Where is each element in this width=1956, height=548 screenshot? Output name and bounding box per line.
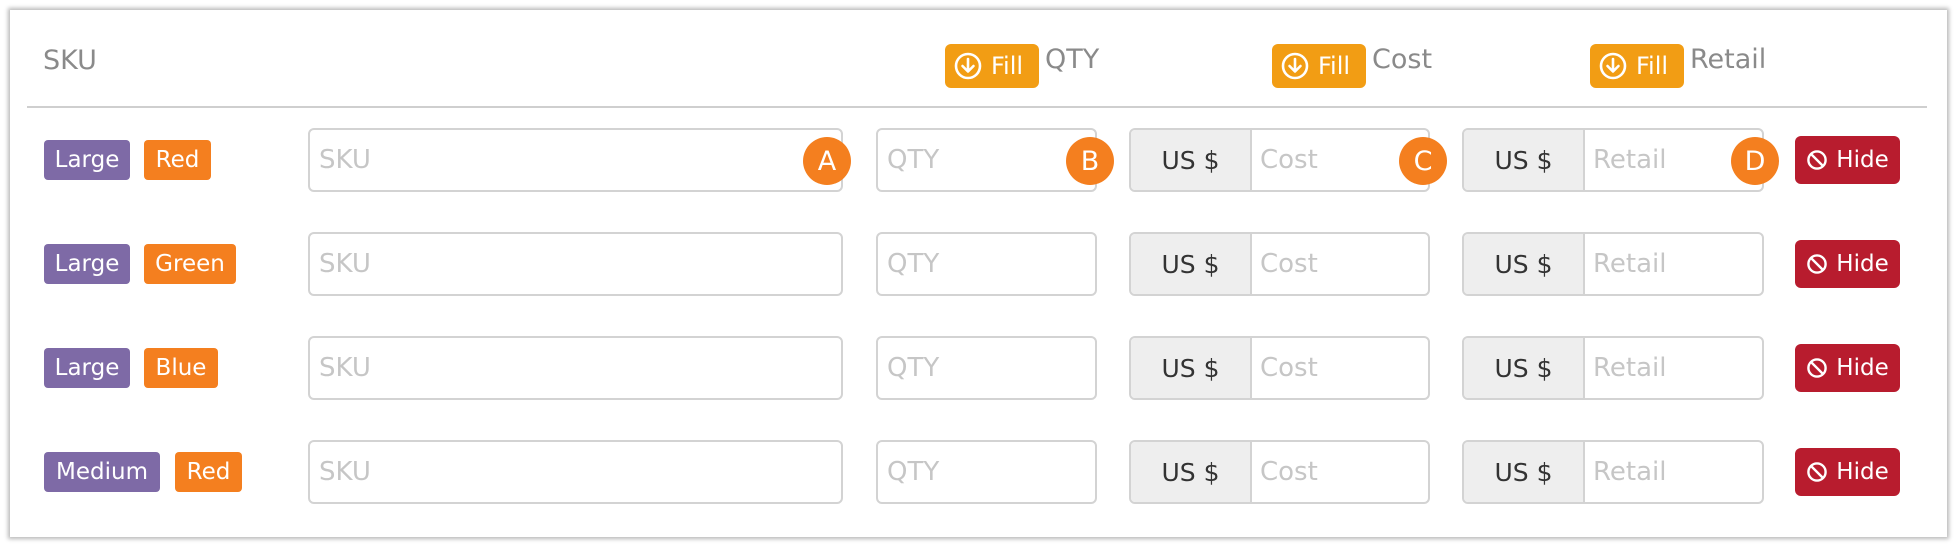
ban-icon <box>1807 462 1828 482</box>
retail-input-group: US $ Retail <box>1462 440 1764 504</box>
fill-cost-button[interactable]: Fill <box>1272 44 1366 88</box>
hide-label: Hide <box>1836 147 1889 173</box>
currency-addon: US $ <box>1131 338 1252 398</box>
ban-icon <box>1807 358 1828 378</box>
currency-addon: US $ <box>1131 234 1252 294</box>
variant-editor-panel: SKU Fill QTY Fill Cost Fill Retail Large… <box>10 10 1947 537</box>
cost-input-group: US $ Cost <box>1129 128 1430 192</box>
currency-addon: US $ <box>1464 130 1585 190</box>
hide-button[interactable]: Hide <box>1795 344 1900 392</box>
currency-addon: US $ <box>1131 130 1252 190</box>
arrow-down-circle-icon <box>1281 52 1309 80</box>
hide-label: Hide <box>1836 459 1889 485</box>
ban-icon <box>1807 254 1828 274</box>
hide-label: Hide <box>1836 251 1889 277</box>
callout-marker-c: C <box>1399 137 1447 185</box>
size-badge: Medium <box>44 452 160 492</box>
fill-cost-label: Fill <box>1318 52 1351 80</box>
retail-input-group: US $ Retail <box>1462 336 1764 400</box>
cost-input[interactable]: Cost <box>1252 234 1428 294</box>
qty-input[interactable]: QTY <box>876 232 1097 296</box>
hide-label: Hide <box>1836 355 1889 381</box>
callout-marker-b: B <box>1066 137 1114 185</box>
color-badge: Red <box>175 452 242 492</box>
qty-input[interactable]: QTY <box>876 128 1097 192</box>
callout-marker-a: A <box>803 137 851 185</box>
qty-input[interactable]: QTY <box>876 440 1097 504</box>
fill-qty-label: Fill <box>991 52 1024 80</box>
color-badge: Green <box>144 244 236 284</box>
qty-column-header: QTY <box>1045 44 1100 75</box>
retail-input[interactable]: Retail <box>1585 442 1762 502</box>
cost-input[interactable]: Cost <box>1252 442 1428 502</box>
sku-input[interactable]: SKU <box>308 440 843 504</box>
qty-input[interactable]: QTY <box>876 336 1097 400</box>
ban-icon <box>1807 150 1828 170</box>
sku-input[interactable]: SKU <box>308 232 843 296</box>
cost-column-header: Cost <box>1372 44 1433 75</box>
fill-retail-button[interactable]: Fill <box>1590 44 1684 88</box>
retail-column-header: Retail <box>1690 44 1767 75</box>
currency-addon: US $ <box>1464 442 1585 502</box>
size-badge: Large <box>44 348 130 388</box>
size-badge: Large <box>44 244 130 284</box>
color-badge: Red <box>144 140 211 180</box>
cost-input-group: US $ Cost <box>1129 336 1430 400</box>
hide-button[interactable]: Hide <box>1795 240 1900 288</box>
sku-column-header: SKU <box>43 45 97 76</box>
retail-input[interactable]: Retail <box>1585 234 1762 294</box>
sku-input[interactable]: SKU <box>308 128 843 192</box>
cost-input-group: US $ Cost <box>1129 440 1430 504</box>
currency-addon: US $ <box>1464 234 1585 294</box>
retail-input-group: US $ Retail <box>1462 232 1764 296</box>
color-badge: Blue <box>144 348 218 388</box>
hide-button[interactable]: Hide <box>1795 136 1900 184</box>
fill-retail-label: Fill <box>1636 52 1669 80</box>
callout-marker-d: D <box>1731 137 1779 185</box>
size-badge: Large <box>44 140 130 180</box>
cost-input-group: US $ Cost <box>1129 232 1430 296</box>
arrow-down-circle-icon <box>954 52 982 80</box>
hide-button[interactable]: Hide <box>1795 448 1900 496</box>
retail-input-group: US $ Retail <box>1462 128 1764 192</box>
header-divider <box>27 106 1927 108</box>
cost-input[interactable]: Cost <box>1252 338 1428 398</box>
fill-qty-button[interactable]: Fill <box>945 44 1039 88</box>
retail-input[interactable]: Retail <box>1585 338 1762 398</box>
currency-addon: US $ <box>1464 338 1585 398</box>
currency-addon: US $ <box>1131 442 1252 502</box>
arrow-down-circle-icon <box>1599 52 1627 80</box>
sku-input[interactable]: SKU <box>308 336 843 400</box>
